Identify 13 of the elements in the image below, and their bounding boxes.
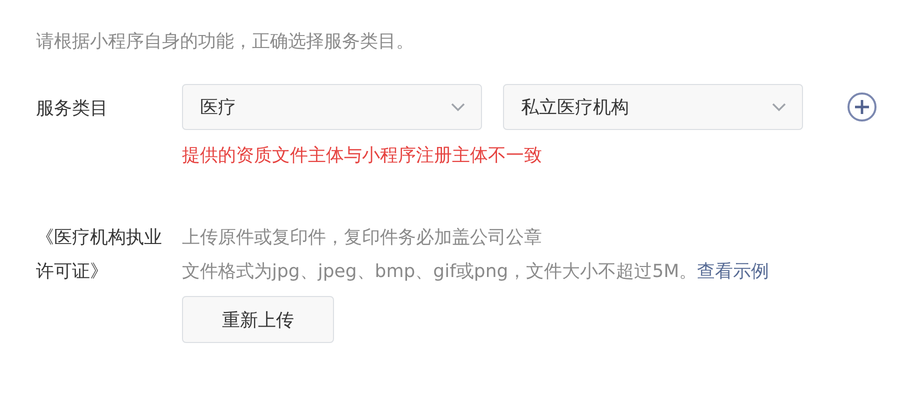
upload-hint: 上传原件或复印件，复印件务必加盖公司公章	[182, 226, 543, 250]
add-icon[interactable]	[847, 92, 877, 122]
error-message: 提供的资质文件主体与小程序注册主体不一致	[182, 144, 543, 168]
reupload-button[interactable]: 重新上传	[182, 296, 334, 343]
category-select[interactable]: 医疗	[182, 84, 482, 130]
chevron-down-icon	[772, 102, 786, 112]
intro-text: 请根据小程序自身的功能，正确选择服务类目。	[36, 30, 415, 54]
field-label: 《医疗机构执业许可证》	[36, 226, 163, 284]
chevron-down-icon	[451, 102, 465, 112]
field-label: 服务类目	[36, 97, 109, 121]
example-link[interactable]: 查看示例	[697, 261, 770, 282]
format-hint: 文件格式为jpg、jpeg、bmp、gif或png，文件大小不超过5M。查看示例	[182, 260, 770, 284]
category-select[interactable]: 私立医疗机构	[503, 84, 803, 130]
